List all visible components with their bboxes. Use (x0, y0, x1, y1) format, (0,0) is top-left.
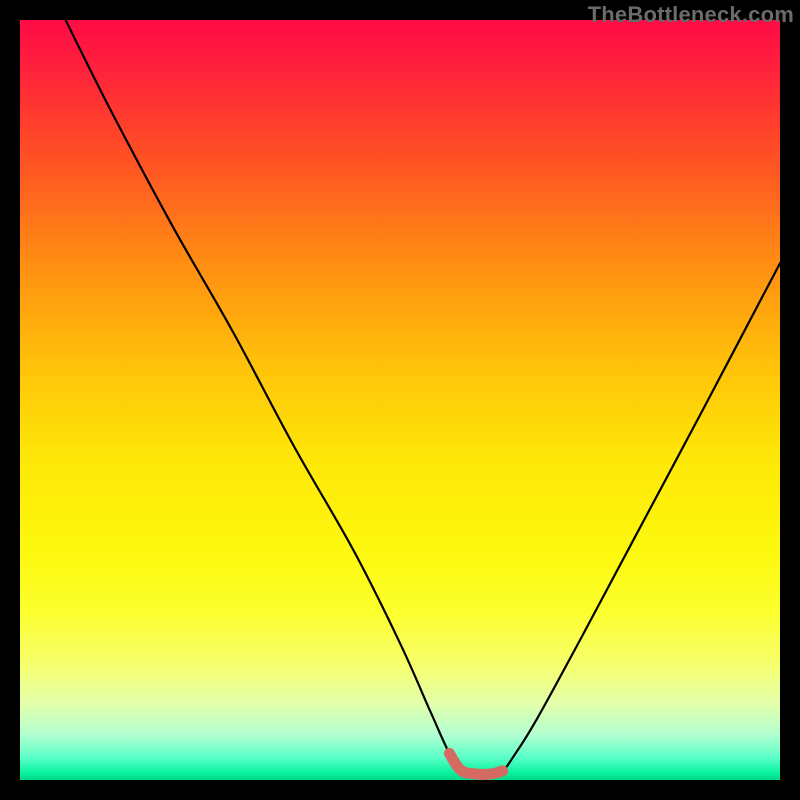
chart-svg (20, 20, 780, 780)
chart-frame: TheBottleneck.com (0, 0, 800, 800)
watermark-label: TheBottleneck.com (588, 2, 794, 28)
near-optimal-highlight (449, 753, 502, 774)
plot-area (20, 20, 780, 780)
bottleneck-curve (66, 20, 780, 774)
